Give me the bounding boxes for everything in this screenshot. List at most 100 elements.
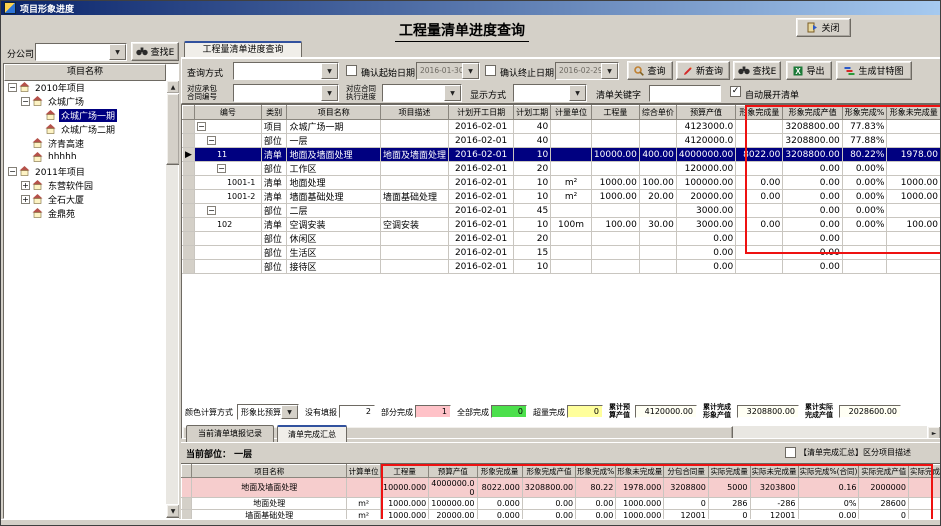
contract-progress-select[interactable]: ▼ (382, 84, 462, 102)
table-row[interactable]: 地面处理m²1000.000100000.000.0000.000.001000… (182, 498, 941, 510)
table-row[interactable]: 1001-2清单墙面基础处理墙面基础处理2016-02-0110m²1000.0… (183, 190, 941, 204)
query-mode-select[interactable]: ▼ (233, 62, 339, 80)
column-header[interactable]: 预算产值 (429, 465, 477, 478)
chevron-down-icon[interactable]: ▼ (321, 63, 338, 79)
table-row[interactable]: 部位生活区2016-02-01150.000.00 (183, 246, 941, 260)
column-header[interactable]: 工程量 (380, 465, 428, 478)
column-header[interactable]: 形象完成产值 (522, 465, 575, 478)
row-selector[interactable] (183, 246, 195, 260)
export-button[interactable]: X 导出 (786, 61, 832, 80)
row-selector[interactable] (183, 176, 195, 190)
row-selector[interactable] (183, 120, 195, 134)
chevron-down-icon[interactable]: ▼ (462, 63, 479, 79)
column-header[interactable]: 形象完成量 (736, 106, 783, 120)
confirm-end-date-select[interactable]: 2016-02-29▼ (555, 62, 619, 80)
table-row[interactable]: −项目众城广场一期2016-02-01404123000.03208800.00… (183, 120, 941, 134)
collapse-icon[interactable]: − (8, 83, 17, 92)
column-header[interactable]: 实际完成 (908, 465, 941, 478)
gantt-button[interactable]: 生成甘特图 (836, 61, 912, 80)
column-header[interactable]: 综合单价 (639, 106, 676, 120)
tree-find-button[interactable]: 查找E (131, 42, 179, 61)
column-header[interactable]: 类别 (261, 106, 287, 120)
row-selector[interactable] (183, 190, 195, 204)
query-button[interactable]: 查询 (627, 61, 673, 80)
column-header[interactable]: 实际完成产值 (859, 465, 908, 478)
expand-icon[interactable]: + (21, 181, 30, 190)
table-row[interactable]: 102清单空调安装空调安装2016-02-0110100m100.0030.00… (183, 218, 941, 232)
collapse-icon[interactable]: − (207, 206, 216, 215)
table-row[interactable]: 部位接待区2016-02-01100.000.00 (183, 260, 941, 274)
confirm-start-date-select[interactable]: 2016-01-30▼ (416, 62, 480, 80)
calc-mode-select[interactable]: 形象比预算▼ (237, 404, 299, 420)
tree-scrollbar[interactable]: ▲ ▼ (166, 80, 178, 518)
tab-progress-query[interactable]: 工程量清单进度查询 (184, 41, 302, 57)
new-query-button[interactable]: 新查询 (676, 61, 730, 80)
scroll-right-icon[interactable]: ► (927, 426, 941, 439)
column-header[interactable]: 形象完成量 (477, 465, 522, 478)
collapse-icon[interactable]: − (217, 164, 226, 173)
collapse-icon[interactable]: − (21, 97, 30, 106)
company-select[interactable]: ▼ (35, 43, 127, 61)
tree-item[interactable]: 众城广场二期 (4, 122, 166, 136)
tree-item[interactable]: −2010年项目 (4, 80, 166, 94)
column-header[interactable]: 项目名称 (287, 106, 381, 120)
scroll-down-icon[interactable]: ▼ (166, 504, 180, 518)
tree-scrollbar-thumb[interactable] (166, 93, 180, 165)
display-mode-select[interactable]: ▼ (513, 84, 587, 102)
column-header[interactable]: 工程量 (591, 106, 639, 120)
column-header[interactable]: 形象未完成量 (887, 106, 941, 120)
scroll-up-icon[interactable]: ▲ (166, 80, 180, 94)
collapse-icon[interactable]: − (197, 122, 206, 131)
contract-no-select[interactable]: ▼ (233, 84, 339, 102)
row-selector[interactable] (183, 162, 195, 176)
table-row[interactable]: 1001-1清单地面处理2016-02-0110m²1000.00100.001… (183, 176, 941, 190)
collapse-icon[interactable]: − (8, 167, 17, 176)
table-row[interactable]: 地面及墙面处理10000.0004000000.008022.000320880… (182, 478, 941, 498)
chevron-down-icon[interactable]: ▼ (444, 85, 461, 101)
column-header[interactable]: 计划工期 (514, 106, 551, 120)
column-header[interactable]: 项目描述 (381, 106, 449, 120)
auto-expand-checkbox[interactable]: ✓ (730, 86, 741, 97)
row-selector[interactable] (182, 498, 192, 510)
close-button[interactable]: 关闭 (796, 18, 851, 37)
row-selector[interactable] (183, 232, 195, 246)
tree-item[interactable]: 众城广场一期 (4, 108, 166, 122)
column-header[interactable]: 编号 (194, 106, 261, 120)
row-selector[interactable] (183, 134, 195, 148)
tree-item[interactable]: hhhhh (4, 150, 166, 164)
column-header[interactable]: 项目名称 (192, 465, 347, 478)
column-header[interactable]: 计划开工日期 (449, 106, 514, 120)
column-header[interactable]: 形象完成% (842, 106, 887, 120)
column-header[interactable]: 实际完成%(合同) (798, 465, 859, 478)
chevron-down-icon[interactable]: ▼ (601, 63, 618, 79)
tab-summary[interactable]: 清单完成汇总 (277, 425, 347, 442)
column-header[interactable]: 计算单位 (347, 465, 381, 478)
column-header[interactable]: 形象完成产值 (783, 106, 842, 120)
row-selector[interactable] (183, 218, 195, 232)
column-header[interactable]: 计量单位 (551, 106, 592, 120)
tree-item[interactable]: −众城广场 (4, 94, 166, 108)
find-button[interactable]: 查找E (733, 61, 781, 80)
column-header[interactable]: 形象完成% (576, 465, 616, 478)
tree-item[interactable]: +东营软件园 (4, 178, 166, 192)
row-selector[interactable] (182, 478, 192, 498)
chevron-down-icon[interactable]: ▼ (109, 44, 126, 60)
column-header[interactable]: 预算产值 (676, 106, 735, 120)
tab-current-records[interactable]: 当前清单填报记录 (186, 425, 274, 442)
chevron-down-icon[interactable]: ▼ (321, 85, 338, 101)
table-row[interactable]: −部位一层2016-02-01404120000.03208800.0077.8… (183, 134, 941, 148)
table-row[interactable]: −部位二层2016-02-01453000.000.000.00% (183, 204, 941, 218)
summary-distinguish-checkbox[interactable] (785, 447, 796, 458)
row-selector[interactable] (183, 204, 195, 218)
tree-item[interactable]: 济青高速 (4, 136, 166, 150)
table-row[interactable]: −部位工作区2016-02-0120120000.000.000.00% (183, 162, 941, 176)
column-header[interactable]: 实际未完成量 (750, 465, 798, 478)
row-selector[interactable] (183, 260, 195, 274)
confirm-start-checkbox[interactable] (346, 65, 357, 76)
table-row[interactable]: ▶11清单地面及墙面处理地面及墙面处理2016-02-011010000.004… (183, 148, 941, 162)
row-selector[interactable]: ▶ (183, 148, 195, 162)
table-row[interactable]: 部位休闲区2016-02-01200.000.00 (183, 232, 941, 246)
collapse-icon[interactable]: − (207, 136, 216, 145)
chevron-down-icon[interactable]: ▼ (281, 405, 298, 419)
keyword-input[interactable] (649, 85, 721, 102)
